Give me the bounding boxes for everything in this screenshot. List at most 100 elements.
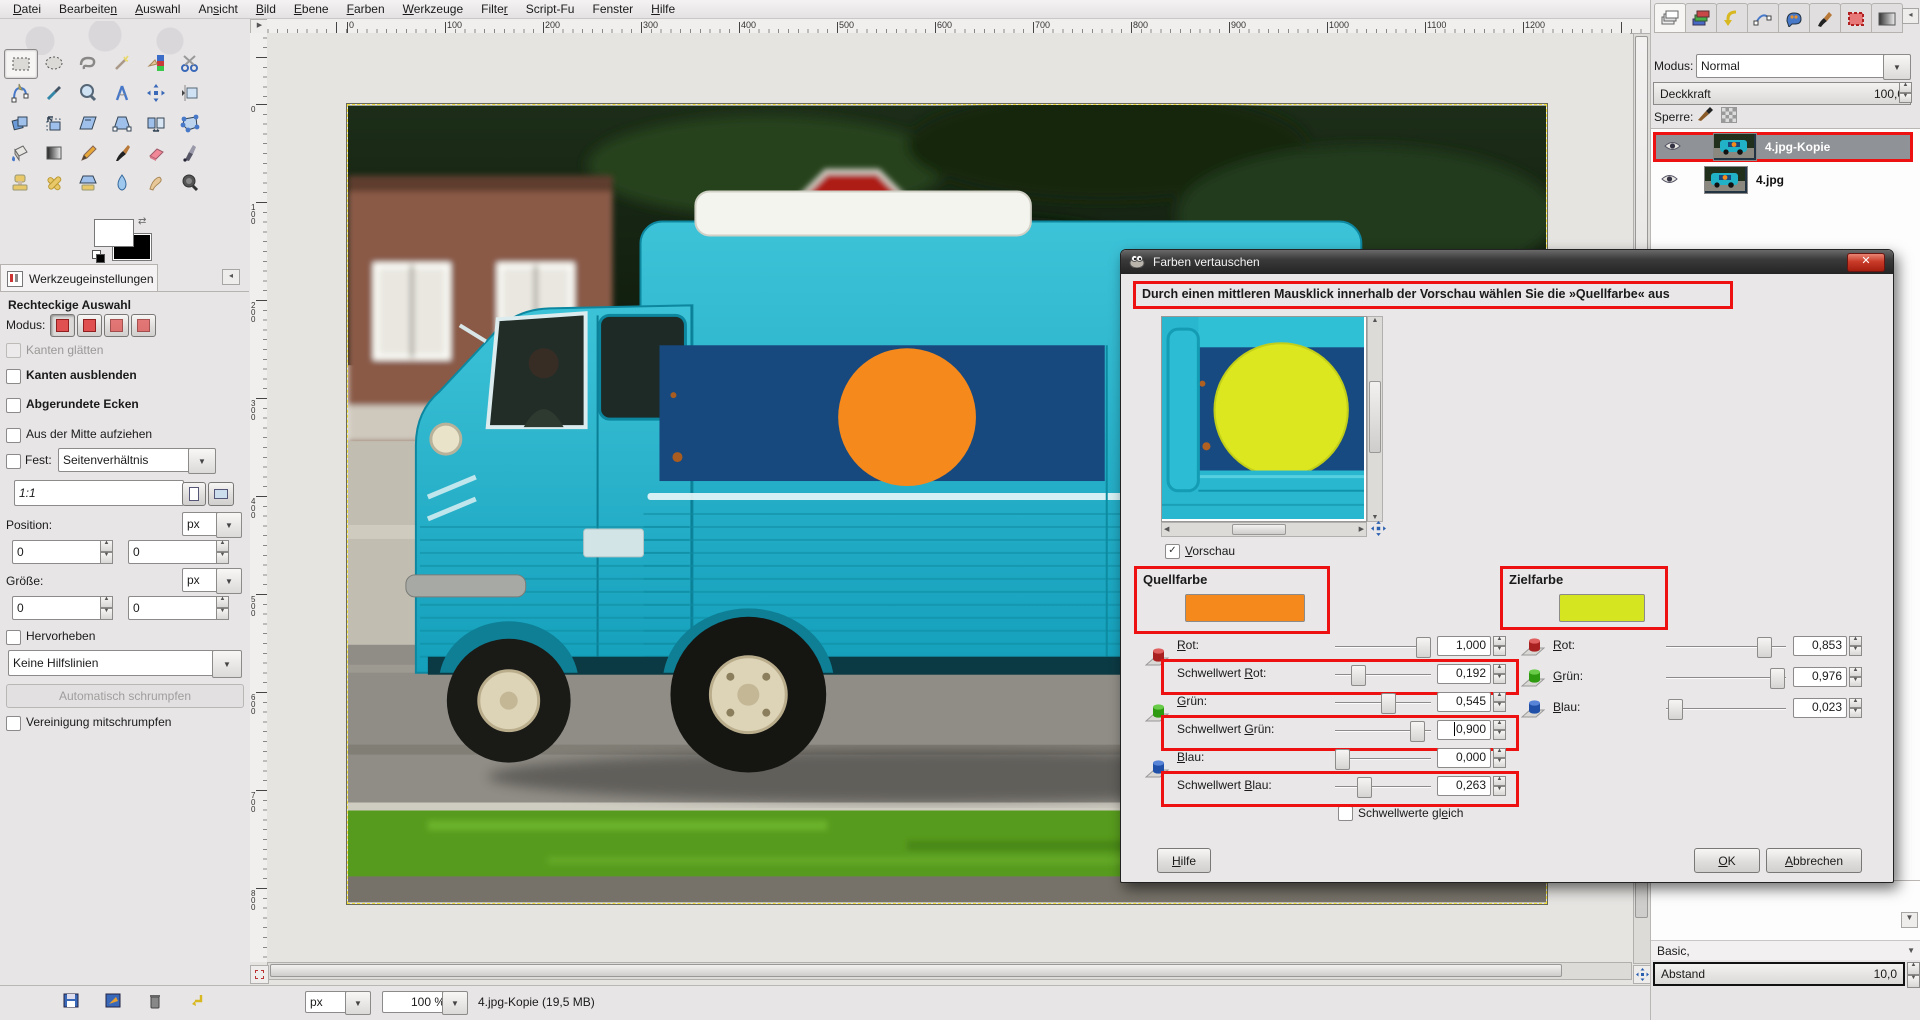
source-color-swatch[interactable] <box>1185 594 1305 622</box>
target-rot-slider-thumb[interactable] <box>1757 637 1772 658</box>
tool-select-by-color[interactable] <box>140 49 172 77</box>
position-y-input[interactable]: 0 <box>128 540 224 564</box>
target-rot-slider[interactable] <box>1666 646 1786 648</box>
source-schwellwertblau-slider-thumb[interactable] <box>1357 777 1372 798</box>
tool-blur-sharpen[interactable] <box>106 169 138 197</box>
menu-item-script-fu[interactable]: Script-Fu <box>517 1 584 17</box>
size-y-input[interactable]: 0 <box>128 596 224 620</box>
layer-thumbnail[interactable] <box>1704 166 1748 194</box>
menu-item-ebene[interactable]: Ebene <box>285 1 338 17</box>
source-rot-value[interactable]: 1,000 <box>1437 636 1491 656</box>
dock-tab-paths[interactable] <box>1747 3 1779 33</box>
brush-scroll-down-icon[interactable]: ▼ <box>1901 912 1918 928</box>
preview-hscroll-right-icon[interactable]: ▶ <box>1359 525 1364 533</box>
highlight-checkbox[interactable] <box>6 630 21 645</box>
guides-select-arrow-icon[interactable]: ▼ <box>212 650 242 678</box>
target-color-swatch[interactable] <box>1559 594 1645 622</box>
layer-name[interactable]: 4.jpg <box>1756 173 1784 187</box>
tool-shear[interactable] <box>72 109 104 137</box>
target-blau-slider-thumb[interactable] <box>1668 699 1683 720</box>
tool-cage-transform[interactable] <box>174 109 206 137</box>
position-x-input[interactable]: 0 <box>12 540 108 564</box>
layer-mode-arrow-icon[interactable]: ▼ <box>1883 54 1911 80</box>
layer-mode-select[interactable]: Normal <box>1696 54 1891 78</box>
tool-zoom[interactable] <box>72 79 104 107</box>
menu-item-ansicht[interactable]: Ansicht <box>189 1 246 17</box>
menu-item-bearbeiten[interactable]: Bearbeiten <box>50 1 126 17</box>
horizontal-scrollbar[interactable] <box>267 962 1632 980</box>
menu-item-datei[interactable]: Datei <box>4 1 50 17</box>
fixed-checkbox[interactable] <box>6 454 21 469</box>
fixed-select[interactable]: Seitenverhältnis <box>58 448 194 472</box>
dock-tab-gradients[interactable] <box>1871 3 1903 33</box>
source-schwellwertblau-slider[interactable] <box>1335 786 1431 788</box>
source-blau-slider-thumb[interactable] <box>1335 749 1350 770</box>
restore-options-icon[interactable] <box>104 992 124 1010</box>
source-schwellwertgrün-slider[interactable] <box>1335 730 1431 732</box>
guides-select[interactable]: Keine Hilfslinien <box>8 650 214 676</box>
tool-free-select[interactable] <box>72 49 104 77</box>
source-rot-slider-thumb[interactable] <box>1416 637 1431 658</box>
tool-color-picker[interactable] <box>38 79 70 107</box>
lock-alpha-icon[interactable] <box>1721 107 1737 123</box>
tool-bucket-fill[interactable] <box>4 139 36 167</box>
swap-colors-icon[interactable]: ⇄ <box>138 216 146 227</box>
tool-clone[interactable] <box>4 169 36 197</box>
opacity-spinner[interactable]: ▲▼ <box>1899 82 1912 103</box>
collapse-dock-icon[interactable]: ◂ <box>1902 8 1919 24</box>
preview-pan-icon[interactable] <box>1371 521 1386 539</box>
position-y-input-spinner[interactable]: ▲▼ <box>216 540 229 564</box>
preview-vscroll-up-icon[interactable]: ▲ <box>1368 317 1382 324</box>
unit-select-arrow-icon[interactable]: ▼ <box>345 991 371 1015</box>
target-rot-spinner[interactable]: ▲▼ <box>1849 636 1862 656</box>
target-rot-value[interactable]: 0,853 <box>1793 636 1847 656</box>
source-blau-slider[interactable] <box>1335 758 1431 760</box>
tool-perspective-clone[interactable] <box>72 169 104 197</box>
menu-item-bild[interactable]: Bild <box>247 1 285 17</box>
dock-tab-undo-history[interactable] <box>1716 3 1748 33</box>
menu-item-filter[interactable]: Filter <box>472 1 517 17</box>
opacity-slider[interactable]: Deckkraft 100,0 <box>1653 82 1911 105</box>
menu-item-fenster[interactable]: Fenster <box>583 1 642 17</box>
tool-options-tab[interactable]: Werkzeugeinstellungen <box>0 264 158 292</box>
preview-checkbox[interactable]: ✓ <box>1165 544 1180 559</box>
tool-perspective[interactable] <box>106 109 138 137</box>
dock-tab-channels[interactable] <box>1685 3 1717 33</box>
source-grün-value[interactable]: 0,545 <box>1437 692 1491 712</box>
source-schwellwertrot-value[interactable]: 0,192 <box>1437 664 1491 684</box>
tool-gradient[interactable] <box>38 139 70 167</box>
source-schwellwertrot-spinner[interactable]: ▲▼ <box>1493 664 1506 684</box>
help-button[interactable]: Hilfe <box>1157 848 1211 873</box>
source-schwellwertblau-spinner[interactable]: ▲▼ <box>1493 776 1506 796</box>
menu-item-auswahl[interactable]: Auswahl <box>126 1 189 17</box>
target-grün-spinner[interactable]: ▲▼ <box>1849 667 1862 687</box>
tool-flip[interactable] <box>140 109 172 137</box>
reset-options-icon[interactable] <box>188 992 208 1010</box>
zoom-select[interactable]: 100 % <box>382 991 450 1013</box>
aspect-ratio-input[interactable]: 1:1 <box>14 480 184 506</box>
size-y-input-spinner[interactable]: ▲▼ <box>216 596 229 620</box>
tool-move[interactable] <box>140 79 172 107</box>
size-unit-arrow-icon[interactable]: ▼ <box>216 568 242 594</box>
ok-button[interactable]: OK <box>1694 848 1760 873</box>
lock-pixels-icon[interactable] <box>1696 106 1714 125</box>
preview-hscroll-left-icon[interactable]: ◀ <box>1164 525 1169 533</box>
brush-name-select[interactable]: Basic, ▼ <box>1651 940 1920 960</box>
preview-vscroll-down-icon[interactable]: ▼ <box>1368 514 1382 521</box>
visibility-eye-icon[interactable] <box>1664 140 1681 155</box>
menu-item-werkzeuge[interactable]: Werkzeuge <box>394 1 472 17</box>
tool-measure[interactable] <box>106 79 138 107</box>
source-schwellwertgrün-spinner[interactable]: ▲▼ <box>1493 720 1506 740</box>
source-blau-spinner[interactable]: ▲▼ <box>1493 748 1506 768</box>
source-schwellwertgrün-slider-thumb[interactable] <box>1410 721 1425 742</box>
size-x-input[interactable]: 0 <box>12 596 108 620</box>
default-colors-icon-bg[interactable] <box>96 254 105 263</box>
layer-name[interactable]: 4.jpg-Kopie <box>1765 140 1830 154</box>
source-rot-slider[interactable] <box>1335 646 1431 648</box>
target-blau-slider[interactable] <box>1666 708 1786 710</box>
brush-spacing-spinner[interactable]: ▲▼ <box>1907 962 1920 988</box>
brush-spacing-slider[interactable]: Abstand 10,0 <box>1653 962 1905 986</box>
layer-row[interactable]: 4.jpg-Kopie <box>1653 132 1913 162</box>
cancel-button[interactable]: Abbrechen <box>1766 848 1862 873</box>
tool-scale[interactable] <box>38 109 70 137</box>
